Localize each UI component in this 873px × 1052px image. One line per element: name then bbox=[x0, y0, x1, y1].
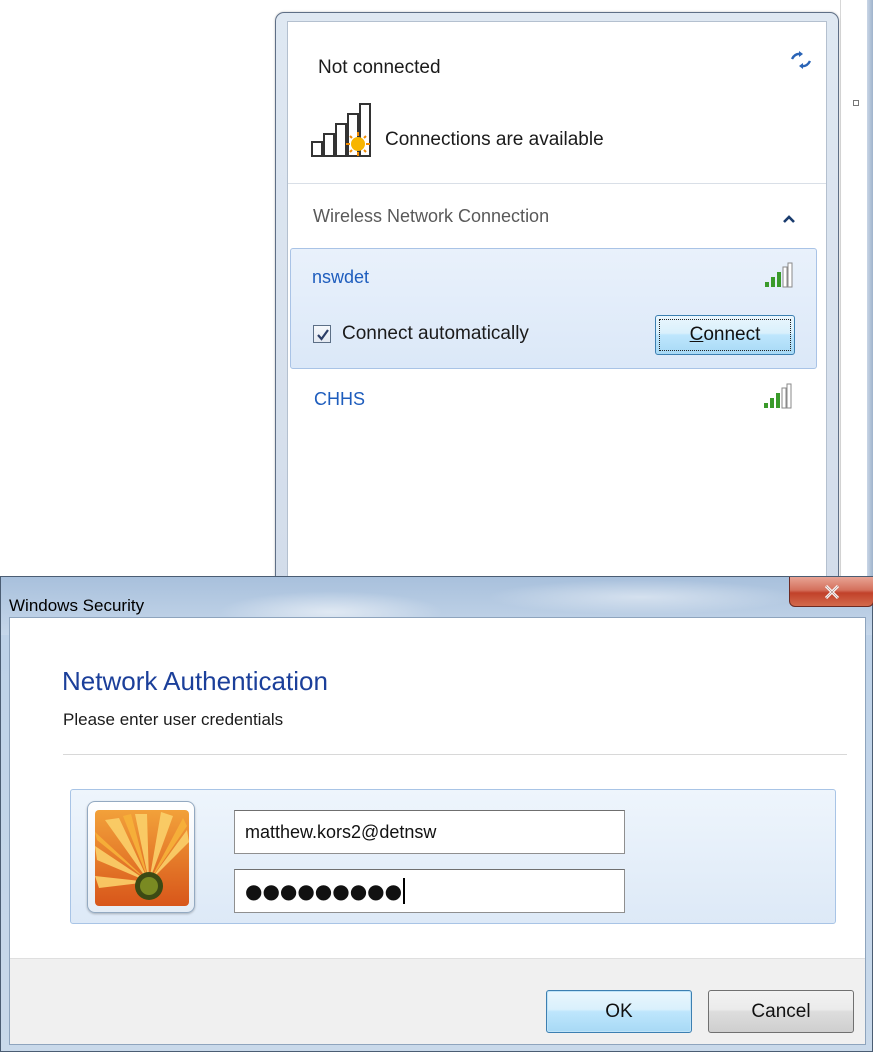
text-caret bbox=[403, 878, 406, 904]
auth-heading: Network Authentication bbox=[62, 666, 328, 696]
ok-button-label: OK bbox=[605, 1000, 633, 1022]
password-field[interactable]: ●●●●●●●●● bbox=[234, 869, 625, 913]
connection-status-area: Not connected Connections are available bbox=[288, 22, 826, 184]
background-window-frame bbox=[867, 0, 873, 590]
connect-button[interactable]: Connect bbox=[655, 315, 795, 355]
connect-automatically-label: Connect automatically bbox=[342, 323, 529, 344]
connect-button-focus-ring bbox=[659, 319, 791, 351]
network-name: nswdet bbox=[312, 267, 370, 287]
network-name: CHHS bbox=[314, 389, 366, 409]
connection-status-title: Not connected bbox=[318, 57, 441, 78]
close-icon bbox=[824, 584, 839, 599]
ok-button[interactable]: OK bbox=[546, 990, 692, 1033]
network-item-chhs[interactable]: CHHS bbox=[288, 369, 826, 439]
avatar bbox=[87, 801, 195, 913]
auth-subheading: Please enter user credentials bbox=[63, 710, 284, 729]
wireless-section-header[interactable]: Wireless Network Connection bbox=[288, 184, 826, 248]
background-window-control bbox=[853, 100, 859, 106]
cancel-button[interactable]: Cancel bbox=[708, 990, 854, 1033]
signal-strength-icon bbox=[764, 383, 792, 409]
password-mask: ●●●●●●●●● bbox=[245, 879, 403, 903]
network-flyout-panel: Not connected Connections are available … bbox=[287, 21, 827, 601]
dialog-client-area: Network Authentication Please enter user… bbox=[9, 617, 866, 1045]
cancel-button-label: Cancel bbox=[751, 1000, 811, 1022]
background-window-edge bbox=[840, 0, 873, 590]
username-value: matthew.kors2@detnsw bbox=[245, 821, 437, 842]
dialog-title: Windows Security bbox=[9, 596, 145, 615]
checkmark-icon bbox=[317, 329, 329, 341]
connect-automatically-row[interactable]: Connect automatically bbox=[313, 323, 529, 345]
dialog-button-bar: OK Cancel bbox=[10, 958, 865, 1044]
credential-tile[interactable]: matthew.kors2@detnsw ●●●●●●●●● bbox=[70, 789, 836, 924]
connect-automatically-checkbox[interactable] bbox=[313, 325, 331, 343]
network-item-nswdet[interactable]: nswdet Connect automatically Connect bbox=[290, 248, 817, 369]
wireless-section-title: Wireless Network Connection bbox=[313, 206, 550, 226]
header-divider bbox=[63, 754, 847, 755]
signal-strength-icon bbox=[765, 262, 793, 288]
close-button[interactable] bbox=[789, 577, 873, 607]
chevron-up-icon[interactable] bbox=[782, 214, 796, 224]
user-picture-flower-icon bbox=[95, 810, 189, 906]
windows-security-dialog: Windows Security Network Authentication … bbox=[0, 576, 873, 1052]
refresh-icon[interactable] bbox=[788, 50, 814, 70]
connection-status-subtitle: Connections are available bbox=[385, 129, 604, 150]
signal-available-icon bbox=[311, 103, 371, 157]
username-field[interactable]: matthew.kors2@detnsw bbox=[234, 810, 625, 854]
network-flyout: Not connected Connections are available … bbox=[275, 12, 839, 602]
